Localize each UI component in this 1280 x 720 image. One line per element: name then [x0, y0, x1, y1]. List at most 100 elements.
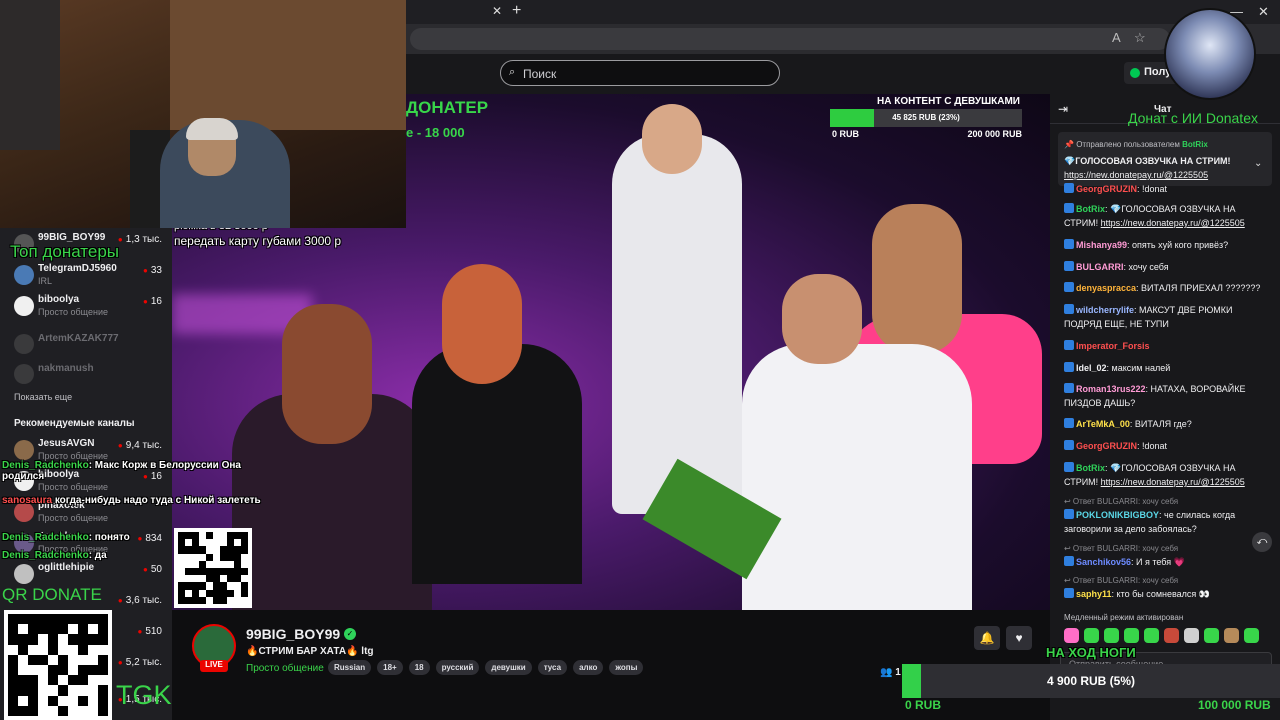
- person-head: [782, 274, 862, 364]
- qr-module: [48, 675, 58, 686]
- qr-module: [38, 685, 48, 696]
- tag[interactable]: туса: [537, 660, 568, 675]
- qr-module: [192, 596, 199, 604]
- overlay-chat-line: Denis_Radchenko: понято: [2, 532, 130, 543]
- qr-module: [18, 624, 28, 635]
- chat-badge-icon: [1064, 588, 1074, 598]
- chat-message: BULGARRI: хочу себя: [1064, 260, 1264, 274]
- emote-icon[interactable]: [1244, 628, 1259, 643]
- chat-badge-icon: [1064, 362, 1074, 372]
- notification-bell-icon[interactable]: 🔔: [974, 626, 1000, 650]
- chat-reply-context: ↩ Ответ BULGARRI: хочу себя: [1064, 576, 1179, 585]
- tag[interactable]: алко: [573, 660, 604, 675]
- pinned-link[interactable]: https://new.donatepay.ru/@1225505: [1064, 170, 1208, 180]
- emote-icon[interactable]: [1164, 628, 1179, 643]
- chat-username[interactable]: saphy11: [1076, 589, 1112, 599]
- viewer-count: 5,2 тыс.: [118, 657, 162, 668]
- chat-message: BotRix: 💎ГОЛОСОВАЯ ОЗВУЧКА НА СТРИМ! htt…: [1064, 461, 1264, 489]
- chat-username[interactable]: ArTeMkA_00: [1076, 419, 1130, 429]
- chat-badge-icon: [1064, 340, 1074, 350]
- tag[interactable]: 18: [408, 660, 430, 675]
- emote-icon[interactable]: [1104, 628, 1119, 643]
- chat-username[interactable]: GeorgGRUZIN: [1076, 184, 1137, 194]
- qr-module: [213, 553, 220, 561]
- follow-heart-icon[interactable]: ♥: [1006, 626, 1032, 650]
- qr-module: [28, 634, 38, 645]
- qr-module: [48, 644, 58, 655]
- chat-link[interactable]: https://new.donatepay.ru/@1225505: [1101, 218, 1245, 228]
- chat-username[interactable]: BotRix: [1076, 463, 1105, 473]
- tag[interactable]: Russian: [328, 660, 372, 675]
- tag[interactable]: жопы: [609, 660, 644, 675]
- expand-pinned-icon[interactable]: ⌄: [1254, 158, 1262, 169]
- scroll-to-bottom-icon[interactable]: ⤺: [1252, 532, 1272, 552]
- viewer-count: 3,6 тыс.: [118, 595, 162, 606]
- chat-link[interactable]: https://new.donatepay.ru/@1225505: [1101, 477, 1245, 487]
- read-aloud-icon[interactable]: A: [1112, 30, 1121, 45]
- qr-module: [178, 546, 185, 554]
- qr-module: [8, 675, 18, 686]
- chat-badge-icon: [1064, 440, 1074, 450]
- emote-icon[interactable]: [1124, 628, 1139, 643]
- chat-message: Sanchikov56: И я тебя 💗: [1064, 555, 1264, 569]
- chat-username[interactable]: BULGARRI: [1076, 262, 1124, 272]
- collapse-chat-icon[interactable]: ⇥: [1058, 102, 1068, 116]
- qr-module: [206, 567, 213, 576]
- sidebar-channel[interactable]: TelegramDJ5960 IRL 33: [0, 261, 172, 291]
- address-field[interactable]: [410, 28, 1170, 50]
- chat-username[interactable]: Sanchikov56: [1076, 557, 1131, 567]
- overlay-chat-line: sanosaura когда-нибудь надо туда с Никой…: [2, 495, 261, 506]
- qr-module: [185, 567, 192, 576]
- chat-username[interactable]: denyaspracca: [1076, 283, 1136, 293]
- emote-icon[interactable]: [1144, 628, 1159, 643]
- chat-username[interactable]: Imperator_Forsis: [1076, 341, 1150, 351]
- qr-module: [185, 532, 192, 540]
- sidebar-channel[interactable]: nakmanush: [0, 360, 172, 390]
- person-head: [282, 304, 372, 444]
- chat-username[interactable]: Roman13rus222: [1076, 384, 1146, 394]
- emote-icon[interactable]: [1224, 628, 1239, 643]
- new-tab-icon[interactable]: +: [512, 2, 521, 20]
- emote-icon[interactable]: [1084, 628, 1099, 643]
- qr-module: [38, 634, 48, 645]
- chat-username[interactable]: Mishanya99: [1076, 240, 1127, 250]
- channel-name-title[interactable]: 99BIG_BOY99: [246, 626, 340, 642]
- qr-module: [234, 589, 241, 597]
- chat-text: : кто бы сомневался 👀: [1111, 589, 1211, 599]
- show-more-link[interactable]: Показать еще: [14, 392, 72, 402]
- chat-username[interactable]: wildcherrylife: [1076, 305, 1134, 315]
- chat-username[interactable]: GeorgGRUZIN: [1076, 441, 1137, 451]
- qr-module: [28, 644, 38, 655]
- chat-message: GeorgGRUZIN: !donat: [1064, 439, 1264, 453]
- qr-module: [98, 654, 108, 665]
- emote-icon[interactable]: [1184, 628, 1199, 643]
- chat-username[interactable]: Idel_02: [1076, 363, 1107, 373]
- sidebar-channel[interactable]: ArtemKAZAK777: [0, 330, 172, 360]
- favorite-star-icon[interactable]: ☆: [1134, 30, 1146, 46]
- tab-close-icon[interactable]: ✕: [492, 4, 502, 18]
- viewer-count: 510: [137, 626, 162, 637]
- emote-icon[interactable]: [1204, 628, 1219, 643]
- qr-module: [220, 546, 227, 554]
- qr-module: [241, 596, 248, 604]
- emote-icon[interactable]: [1064, 628, 1079, 643]
- webcam-wall: [170, 0, 406, 130]
- person-head: [642, 104, 702, 174]
- window-close-icon[interactable]: ✕: [1258, 4, 1269, 20]
- sidebar-channel[interactable]: biboolya Просто общение 16: [0, 292, 172, 322]
- tag[interactable]: 18+: [377, 660, 403, 675]
- chat-username[interactable]: BotRix: [1076, 204, 1105, 214]
- search-input[interactable]: ⌕ Поиск: [500, 60, 780, 86]
- stream-category-link[interactable]: Просто общение: [246, 663, 324, 674]
- qr-module: [68, 624, 78, 635]
- tag[interactable]: русский: [435, 660, 480, 675]
- qr-module: [199, 596, 206, 604]
- qr-module: [185, 575, 192, 583]
- qr-module: [48, 685, 58, 696]
- chat-username[interactable]: POKLONIKBIGBOY: [1076, 510, 1159, 520]
- qr-module: [234, 532, 241, 540]
- qr-module: [206, 575, 213, 583]
- tag[interactable]: девушки: [485, 660, 532, 675]
- viewer-count: 834: [137, 533, 162, 544]
- qr-module: [199, 575, 206, 583]
